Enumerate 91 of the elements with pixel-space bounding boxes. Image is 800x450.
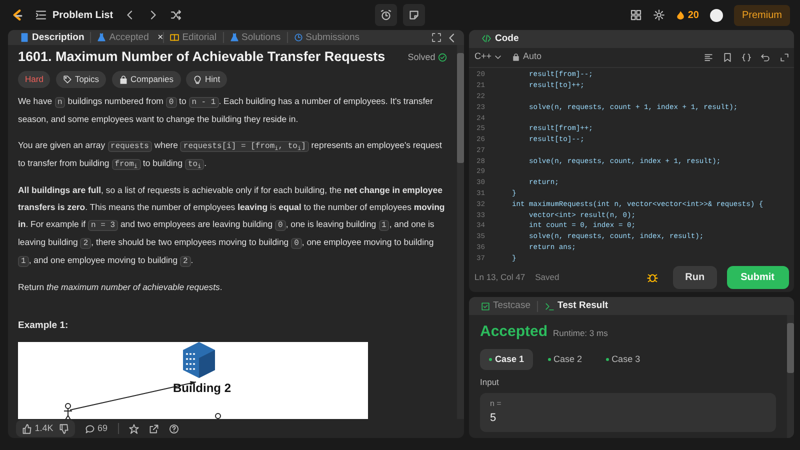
bullet-icon xyxy=(606,358,609,361)
example-heading: Example 1: xyxy=(18,319,70,334)
avatar[interactable] xyxy=(710,8,723,22)
alarm-clock-icon xyxy=(380,9,392,21)
note-icon xyxy=(408,9,420,21)
input-value-box: n = 5 xyxy=(480,393,776,432)
bullet-icon xyxy=(548,358,551,361)
checkbox-icon xyxy=(481,302,490,310)
flask-icon xyxy=(97,33,106,42)
tag-button[interactable]: Companies xyxy=(112,71,181,88)
flame-icon xyxy=(676,9,686,21)
format-button[interactable] xyxy=(704,52,712,62)
grid-icon xyxy=(630,9,642,21)
share-button[interactable] xyxy=(148,424,159,434)
favorite-button[interactable] xyxy=(128,424,139,434)
braces-icon xyxy=(742,52,750,62)
problem-paragraph: Return the maximum number of achievable requests. xyxy=(18,281,224,294)
terminal-icon xyxy=(544,302,554,310)
comment-icon xyxy=(84,424,95,434)
undo-icon xyxy=(760,52,770,62)
braces-button[interactable] xyxy=(742,52,750,62)
panel-tab[interactable]: Submissions xyxy=(288,30,366,45)
comments-button[interactable]: 69 xyxy=(84,422,108,436)
thumbs-up-icon xyxy=(22,424,32,434)
help-button[interactable] xyxy=(168,424,179,434)
bullet-icon xyxy=(489,358,492,361)
shuffle-icon xyxy=(170,9,182,21)
check-circle-icon xyxy=(438,53,447,62)
code-icon xyxy=(481,34,492,44)
mode-label: Auto xyxy=(523,50,542,64)
scrollbar-thumb[interactable] xyxy=(787,323,794,373)
streak-count: 20 xyxy=(688,8,699,22)
case-tab[interactable]: Case 3 xyxy=(596,348,650,370)
panel-tab[interactable]: Accepted xyxy=(91,30,155,45)
debug-button[interactable] xyxy=(646,272,658,283)
dislike-button[interactable] xyxy=(58,424,69,434)
expand-button[interactable] xyxy=(780,52,788,62)
maximize-button[interactable] xyxy=(432,33,440,42)
document-icon xyxy=(20,33,29,42)
run-button[interactable]: Run xyxy=(673,266,717,289)
problem-list-button[interactable]: Problem List xyxy=(35,8,114,22)
align-icon xyxy=(704,52,712,62)
shuffle-button[interactable] xyxy=(170,9,182,21)
book-icon xyxy=(170,33,180,42)
cursor-position: Ln 13, Col 47 xyxy=(474,270,526,284)
notes-button[interactable] xyxy=(402,4,425,26)
caret-icon xyxy=(494,53,502,62)
timer-button[interactable] xyxy=(375,4,398,26)
tag-icon xyxy=(62,74,72,84)
language-dropdown[interactable]: C++ xyxy=(474,50,502,64)
bookmark-button[interactable] xyxy=(722,52,732,62)
flask-icon xyxy=(230,33,239,42)
problem-paragraph: We have n buildings numbered from 0 to n - 1 . Each building has a number of employees. It's transfer season, and some employees want to change the building they reside in. xyxy=(18,95,434,126)
expand-icon xyxy=(780,52,788,62)
help-icon xyxy=(168,424,179,434)
lock-icon xyxy=(118,74,128,84)
bookmark-icon xyxy=(722,52,732,62)
lightbulb-icon xyxy=(193,74,202,84)
bug-icon xyxy=(646,272,658,283)
tag-button[interactable]: Hint xyxy=(186,71,228,88)
tag-button[interactable]: Topics xyxy=(56,71,106,88)
figure-label: Building 2 xyxy=(173,380,231,395)
thumbs-down-icon xyxy=(58,424,69,434)
close-icon[interactable]: × xyxy=(158,30,164,45)
reset-button[interactable] xyxy=(760,52,770,62)
problem-title: 1601. Maximum Number of Achievable Transfer Requests xyxy=(18,49,386,66)
panel-tab[interactable]: Test Result xyxy=(538,298,614,314)
solved-status: Solved xyxy=(408,50,436,64)
panel-tab[interactable]: Solutions xyxy=(224,30,287,45)
panel-tab[interactable]: Testcase xyxy=(475,298,536,314)
problem-paragraph: All buildings are full, so a list of requests is achievable only if for each building, the net change in employee transfers is zero. This means the number of employees leaving is equal to the number of employees moving in. For example if n = 3 and two employees are leaving building 0 , one is leaving building 1 , and one is leaving building 2 , there should be two employees moving to building 0 , one employee moving to building 1 , and one employee moving to building 2 . xyxy=(18,184,446,270)
lock-icon xyxy=(512,53,520,62)
maximize-icon xyxy=(432,33,440,42)
runtime-label: Runtime: 3 ms xyxy=(553,326,608,340)
input-label: Input xyxy=(480,376,500,388)
share-icon xyxy=(148,424,159,434)
scrollbar-thumb[interactable] xyxy=(457,53,464,164)
panel-tab[interactable]: Description xyxy=(14,30,90,45)
layout-button[interactable] xyxy=(630,9,642,21)
star-icon xyxy=(128,424,139,434)
case-tab[interactable]: Case 2 xyxy=(538,348,592,370)
case-tab[interactable]: Case 1 xyxy=(480,348,534,370)
panel-tab[interactable]: Editorial xyxy=(164,30,223,45)
premium-button[interactable]: Premium xyxy=(734,4,790,26)
clock-icon xyxy=(294,33,303,42)
difficulty-badge: Hard xyxy=(18,71,50,88)
code-tab[interactable]: Code xyxy=(475,32,525,46)
problem-paragraph: You are given an array requests where requests[i] = [from$_{i}$, to$_{i}$] represents an employee's request to transfer from building from$_{i}$ to building to$_{i}$ . xyxy=(18,139,443,172)
verdict-label: Accepted xyxy=(480,322,548,342)
save-status: Saved xyxy=(535,270,560,284)
list-icon xyxy=(35,9,47,21)
